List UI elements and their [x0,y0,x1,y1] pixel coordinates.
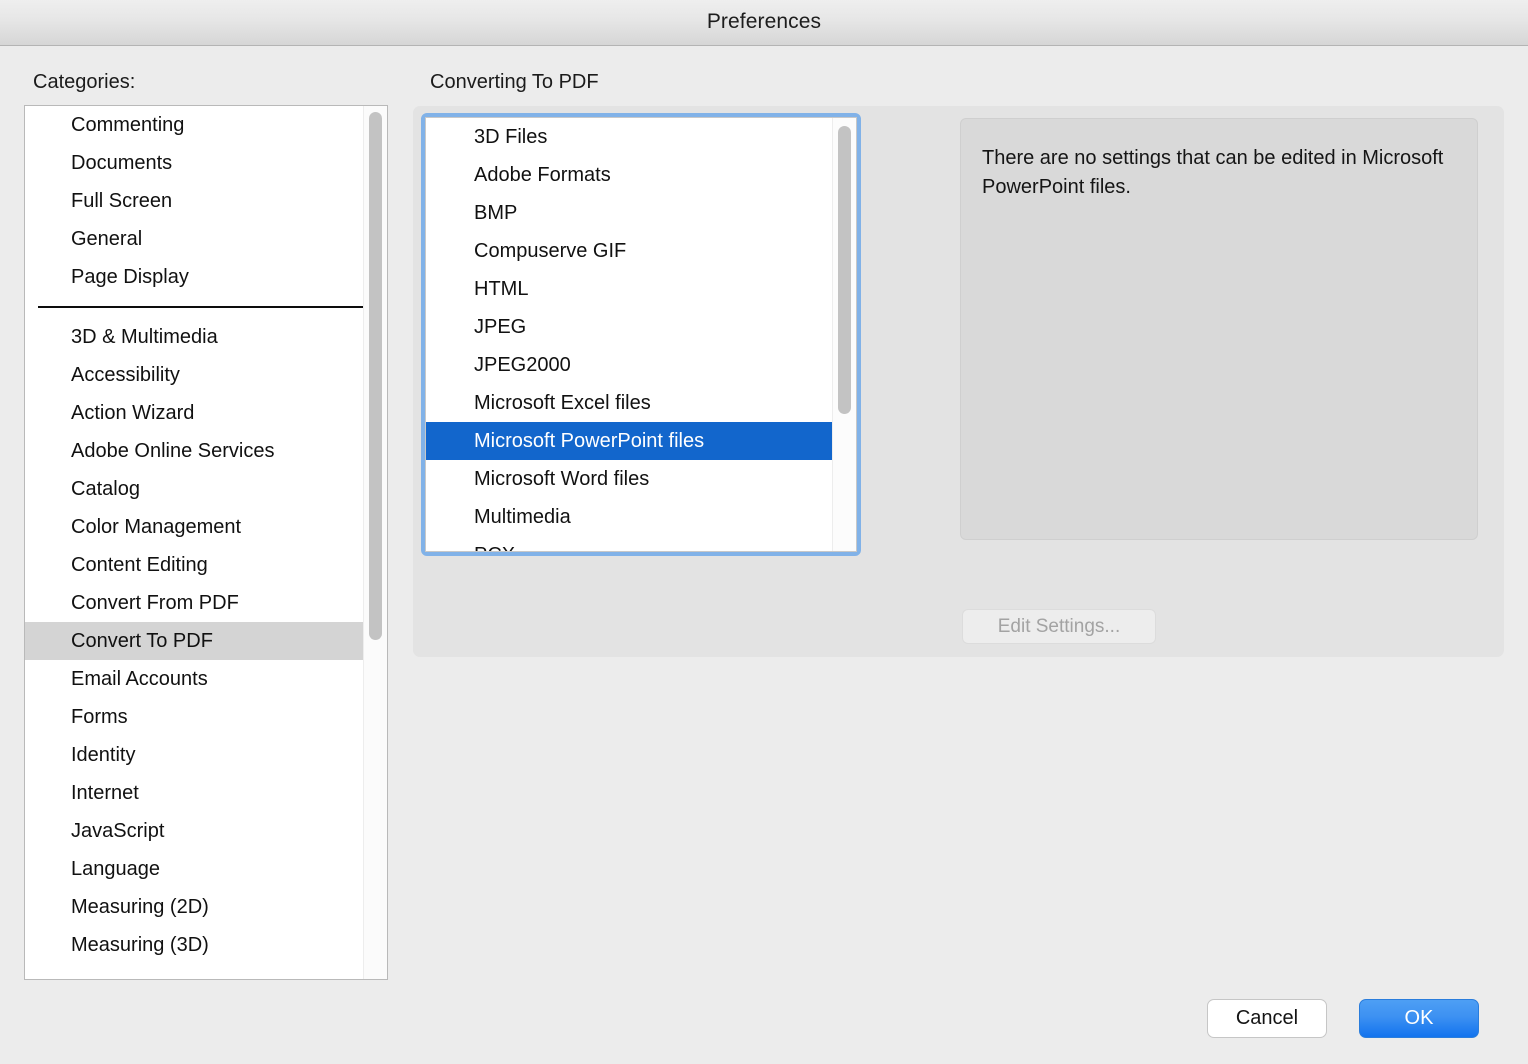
categories-list-content: Commenting Documents Full Screen General Pag… [25,106,365,979]
file-format-list-focus-ring: 3D Files Adobe Formats BMP Compuserve GIF HT… [421,113,861,556]
cancel-button[interactable]: Cancel [1207,999,1327,1038]
settings-info-panel: There are no settings that can be edited… [960,118,1478,540]
category-item[interactable]: Identity [25,736,365,774]
preferences-dialog-body: Categories: Commenting Documents Full Scre… [0,47,1528,1064]
settings-info-text: There are no settings that can be edited… [982,147,1444,198]
category-item[interactable]: Accessibility [25,356,365,394]
category-item[interactable]: Catalog [25,470,365,508]
category-item[interactable]: Full Screen [25,182,365,220]
converting-to-pdf-group: 3D Files Adobe Formats BMP Compuserve GIF HT… [413,106,1504,657]
category-item[interactable]: Measuring (3D) [25,926,365,964]
file-format-item[interactable]: Adobe Formats [426,156,834,194]
category-item[interactable]: Measuring (2D) [25,888,365,926]
category-item[interactable]: Email Accounts [25,660,365,698]
categories-scrollbar[interactable] [363,106,387,979]
categories-label: Categories: [33,71,136,93]
category-item[interactable]: Internet [25,774,365,812]
file-format-item[interactable]: Microsoft PowerPoint files [426,422,834,460]
file-format-item[interactable]: JPEG [426,308,834,346]
category-item[interactable]: JavaScript [25,812,365,850]
category-item[interactable]: Language [25,850,365,888]
category-item[interactable]: Commenting [25,106,365,144]
window-title: Preferences [706,10,822,33]
category-item[interactable]: Forms [25,698,365,736]
category-item[interactable]: Content Editing [25,546,365,584]
file-format-list-content: 3D Files Adobe Formats BMP Compuserve GIF HT… [426,118,834,551]
file-format-scrollbar[interactable] [832,118,856,551]
file-format-item[interactable]: Multimedia [426,498,834,536]
file-format-item[interactable]: Microsoft Word files [426,460,834,498]
window-title-bar: Preferences [0,0,1528,46]
category-item[interactable]: Action Wizard [25,394,365,432]
categories-list[interactable]: Commenting Documents Full Screen General Pag… [24,105,388,980]
file-format-item[interactable]: BMP [426,194,834,232]
category-item[interactable]: Color Management [25,508,365,546]
file-format-item[interactable]: Compuserve GIF [426,232,834,270]
category-item[interactable]: Convert From PDF [25,584,365,622]
category-item[interactable]: General [25,220,365,258]
ok-button[interactable]: OK [1359,999,1479,1038]
category-item[interactable]: Page Display [25,258,365,296]
file-format-list[interactable]: 3D Files Adobe Formats BMP Compuserve GIF HT… [425,117,857,552]
category-item[interactable]: Documents [25,144,365,182]
category-item[interactable]: 3D & Multimedia [25,318,365,356]
file-format-item[interactable]: PCX [426,536,834,551]
category-item[interactable]: Adobe Online Services [25,432,365,470]
file-format-item[interactable]: HTML [426,270,834,308]
file-format-item[interactable]: JPEG2000 [426,346,834,384]
categories-scrollbar-thumb[interactable] [369,112,382,640]
section-title: Converting To PDF [430,71,599,93]
file-format-item[interactable]: Microsoft Excel files [426,384,834,422]
edit-settings-button[interactable]: Edit Settings... [962,609,1156,644]
file-format-scrollbar-thumb[interactable] [838,126,851,414]
categories-separator [25,296,365,318]
category-item[interactable]: Convert To PDF [25,622,365,660]
file-format-item[interactable]: 3D Files [426,118,834,156]
